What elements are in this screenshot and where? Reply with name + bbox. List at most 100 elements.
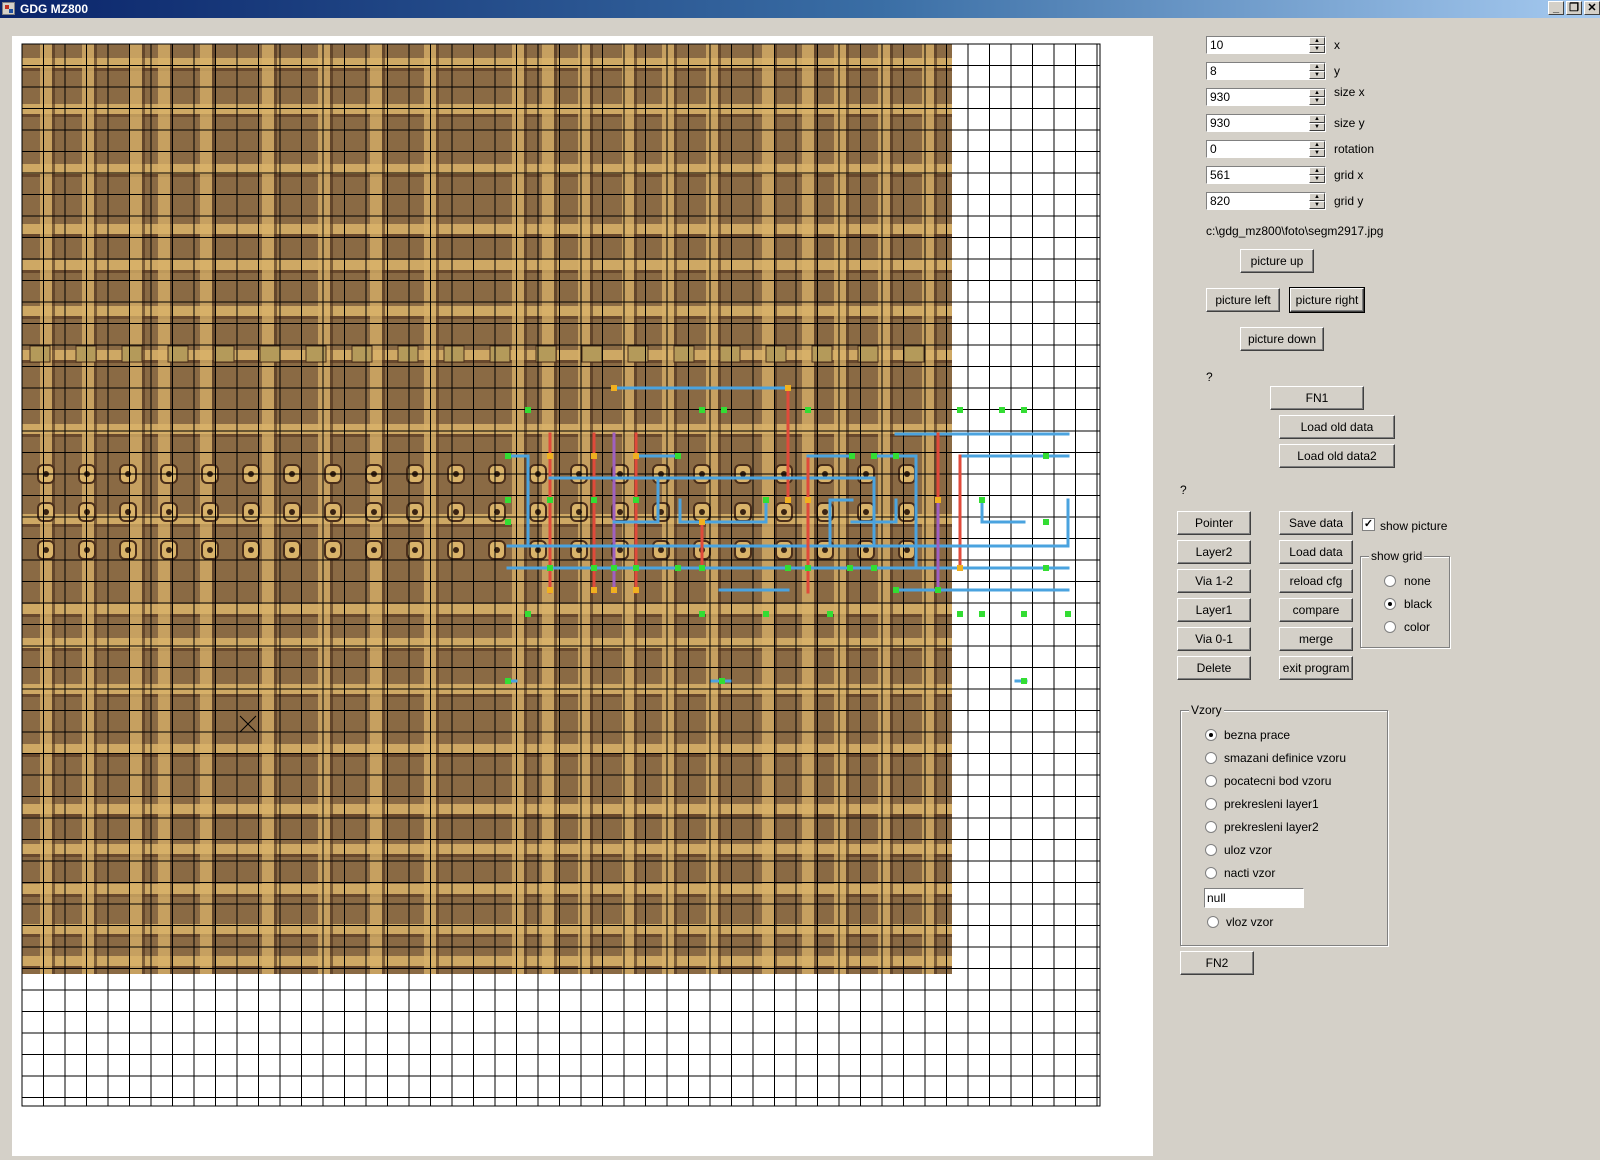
vzor-nacti-radio[interactable] (1205, 867, 1217, 879)
vzor-name-input[interactable] (1204, 888, 1304, 908)
vzor-prekresleni-layer2-radio[interactable] (1205, 821, 1217, 833)
via-green (505, 453, 511, 459)
grid-x-input[interactable] (1208, 167, 1312, 183)
via-green (699, 565, 705, 571)
load-old-data-button[interactable]: Load old data (1279, 415, 1395, 439)
load-old-data2-button[interactable]: Load old data2 (1279, 444, 1395, 468)
size-x-input[interactable] (1208, 89, 1312, 105)
via-0-1-tool-button[interactable]: Via 0-1 (1177, 627, 1251, 651)
layout-drawing[interactable] (12, 36, 1153, 1156)
contact-hole (822, 547, 828, 553)
rotation-field[interactable]: ▲▼ (1206, 140, 1326, 158)
vzor-smazani-radio[interactable] (1205, 752, 1217, 764)
pad (121, 345, 143, 363)
grid-y-spinner[interactable]: ▲ ▼ (1309, 193, 1325, 209)
vzor-bezna-prace-radio[interactable] (1205, 729, 1217, 741)
via-green (871, 453, 877, 459)
compare-button[interactable]: compare (1279, 598, 1353, 622)
metal-edge (890, 44, 893, 974)
via-amber (591, 587, 597, 593)
vzor-uloz-radio[interactable] (1205, 844, 1217, 856)
via-green (979, 497, 985, 503)
via-green (505, 678, 511, 684)
metal-stripe-vertical (512, 44, 524, 974)
metal-stripe-vertical (878, 44, 890, 974)
grid-color-label: color (1404, 620, 1431, 634)
via-1-2-tool-button[interactable]: Via 1-2 (1177, 569, 1251, 593)
picture-up-button[interactable]: picture up (1240, 249, 1314, 273)
contact-hole (617, 547, 623, 553)
rotation-spinner[interactable]: ▲ ▼ (1309, 141, 1325, 157)
contact-hole (125, 509, 131, 515)
y-field[interactable]: ▲▼ (1206, 62, 1326, 80)
merge-button[interactable]: merge (1279, 627, 1353, 651)
via-green (633, 565, 639, 571)
size-y-label: size y (1334, 116, 1365, 130)
size-y-input[interactable] (1208, 115, 1312, 131)
size-x-spinner[interactable]: ▲ ▼ (1309, 89, 1325, 105)
via-green (1021, 678, 1027, 684)
layout-canvas[interactable] (12, 36, 1153, 1156)
metal-stripe-vertical (834, 44, 846, 974)
contact-hole (371, 547, 377, 553)
grid-y-input[interactable] (1208, 193, 1312, 209)
minimize-button[interactable]: _ (1548, 1, 1564, 15)
contact-hole (330, 509, 336, 515)
via-amber (785, 385, 791, 391)
layer1-tool-button[interactable]: Layer1 (1177, 598, 1251, 622)
vzor-pocatecni-bod-radio[interactable] (1205, 775, 1217, 787)
pointer-tool-button[interactable]: Pointer (1177, 511, 1251, 535)
layer2-tool-button[interactable]: Layer2 (1177, 540, 1251, 564)
vzor-vloz-radio[interactable] (1207, 916, 1219, 928)
vzory-legend: Vzory (1189, 703, 1224, 717)
x-input[interactable] (1208, 37, 1312, 53)
fn1-button[interactable]: FN1 (1270, 386, 1364, 410)
contact-hole (863, 547, 869, 553)
picture-down-button[interactable]: picture down (1240, 327, 1324, 351)
contact-hole (166, 547, 172, 553)
via-amber (611, 587, 617, 593)
contact-hole (781, 509, 787, 515)
size-y-field[interactable]: ▲▼ (1206, 114, 1326, 132)
save-data-button[interactable]: Save data (1279, 511, 1353, 535)
pad (213, 345, 235, 363)
grid-black-radio[interactable] (1384, 598, 1396, 610)
picture-left-button[interactable]: picture left (1206, 288, 1280, 312)
metal-stripe-vertical (262, 44, 274, 974)
vzor-prekresleni-layer1-radio[interactable] (1205, 798, 1217, 810)
metal-edge (436, 44, 439, 974)
grid-color-radio[interactable] (1384, 621, 1396, 633)
die-photo (22, 44, 952, 974)
contact-hole (699, 509, 705, 515)
load-data-button[interactable]: Load data (1279, 540, 1353, 564)
contact-hole (289, 547, 295, 553)
delete-tool-button[interactable]: Delete (1177, 656, 1251, 680)
size-x-label: size x (1334, 85, 1365, 99)
x-field[interactable]: ▲▼ (1206, 36, 1326, 54)
reload-cfg-button[interactable]: reload cfg (1279, 569, 1353, 593)
size-y-spinner[interactable]: ▲ ▼ (1309, 115, 1325, 131)
y-input[interactable] (1208, 63, 1312, 79)
exit-program-button[interactable]: exit program (1279, 656, 1353, 680)
via-green (957, 407, 963, 413)
rotation-input[interactable] (1208, 141, 1312, 157)
grid-none-radio[interactable] (1384, 575, 1396, 587)
close-button[interactable]: ✕ (1584, 1, 1600, 15)
size-x-field[interactable]: ▲▼ (1206, 88, 1326, 106)
contact-hole (904, 547, 910, 553)
via-green (957, 611, 963, 617)
restore-button[interactable]: ❐ (1566, 1, 1582, 15)
y-spinner[interactable]: ▲ ▼ (1309, 63, 1325, 79)
via-amber (935, 497, 941, 503)
via-amber (611, 385, 617, 391)
via-green (935, 587, 941, 593)
x-spinner[interactable]: ▲ ▼ (1309, 37, 1325, 53)
grid-x-field[interactable]: ▲▼ (1206, 166, 1326, 184)
via-green (525, 611, 531, 617)
fn2-button[interactable]: FN2 (1180, 951, 1254, 975)
show-picture-checkbox[interactable]: ✓ (1362, 518, 1375, 531)
grid-x-spinner[interactable]: ▲ ▼ (1309, 167, 1325, 183)
grid-y-field[interactable]: ▲▼ (1206, 192, 1326, 210)
picture-right-button[interactable]: picture right (1289, 287, 1365, 313)
question-label-2: ? (1180, 483, 1187, 497)
